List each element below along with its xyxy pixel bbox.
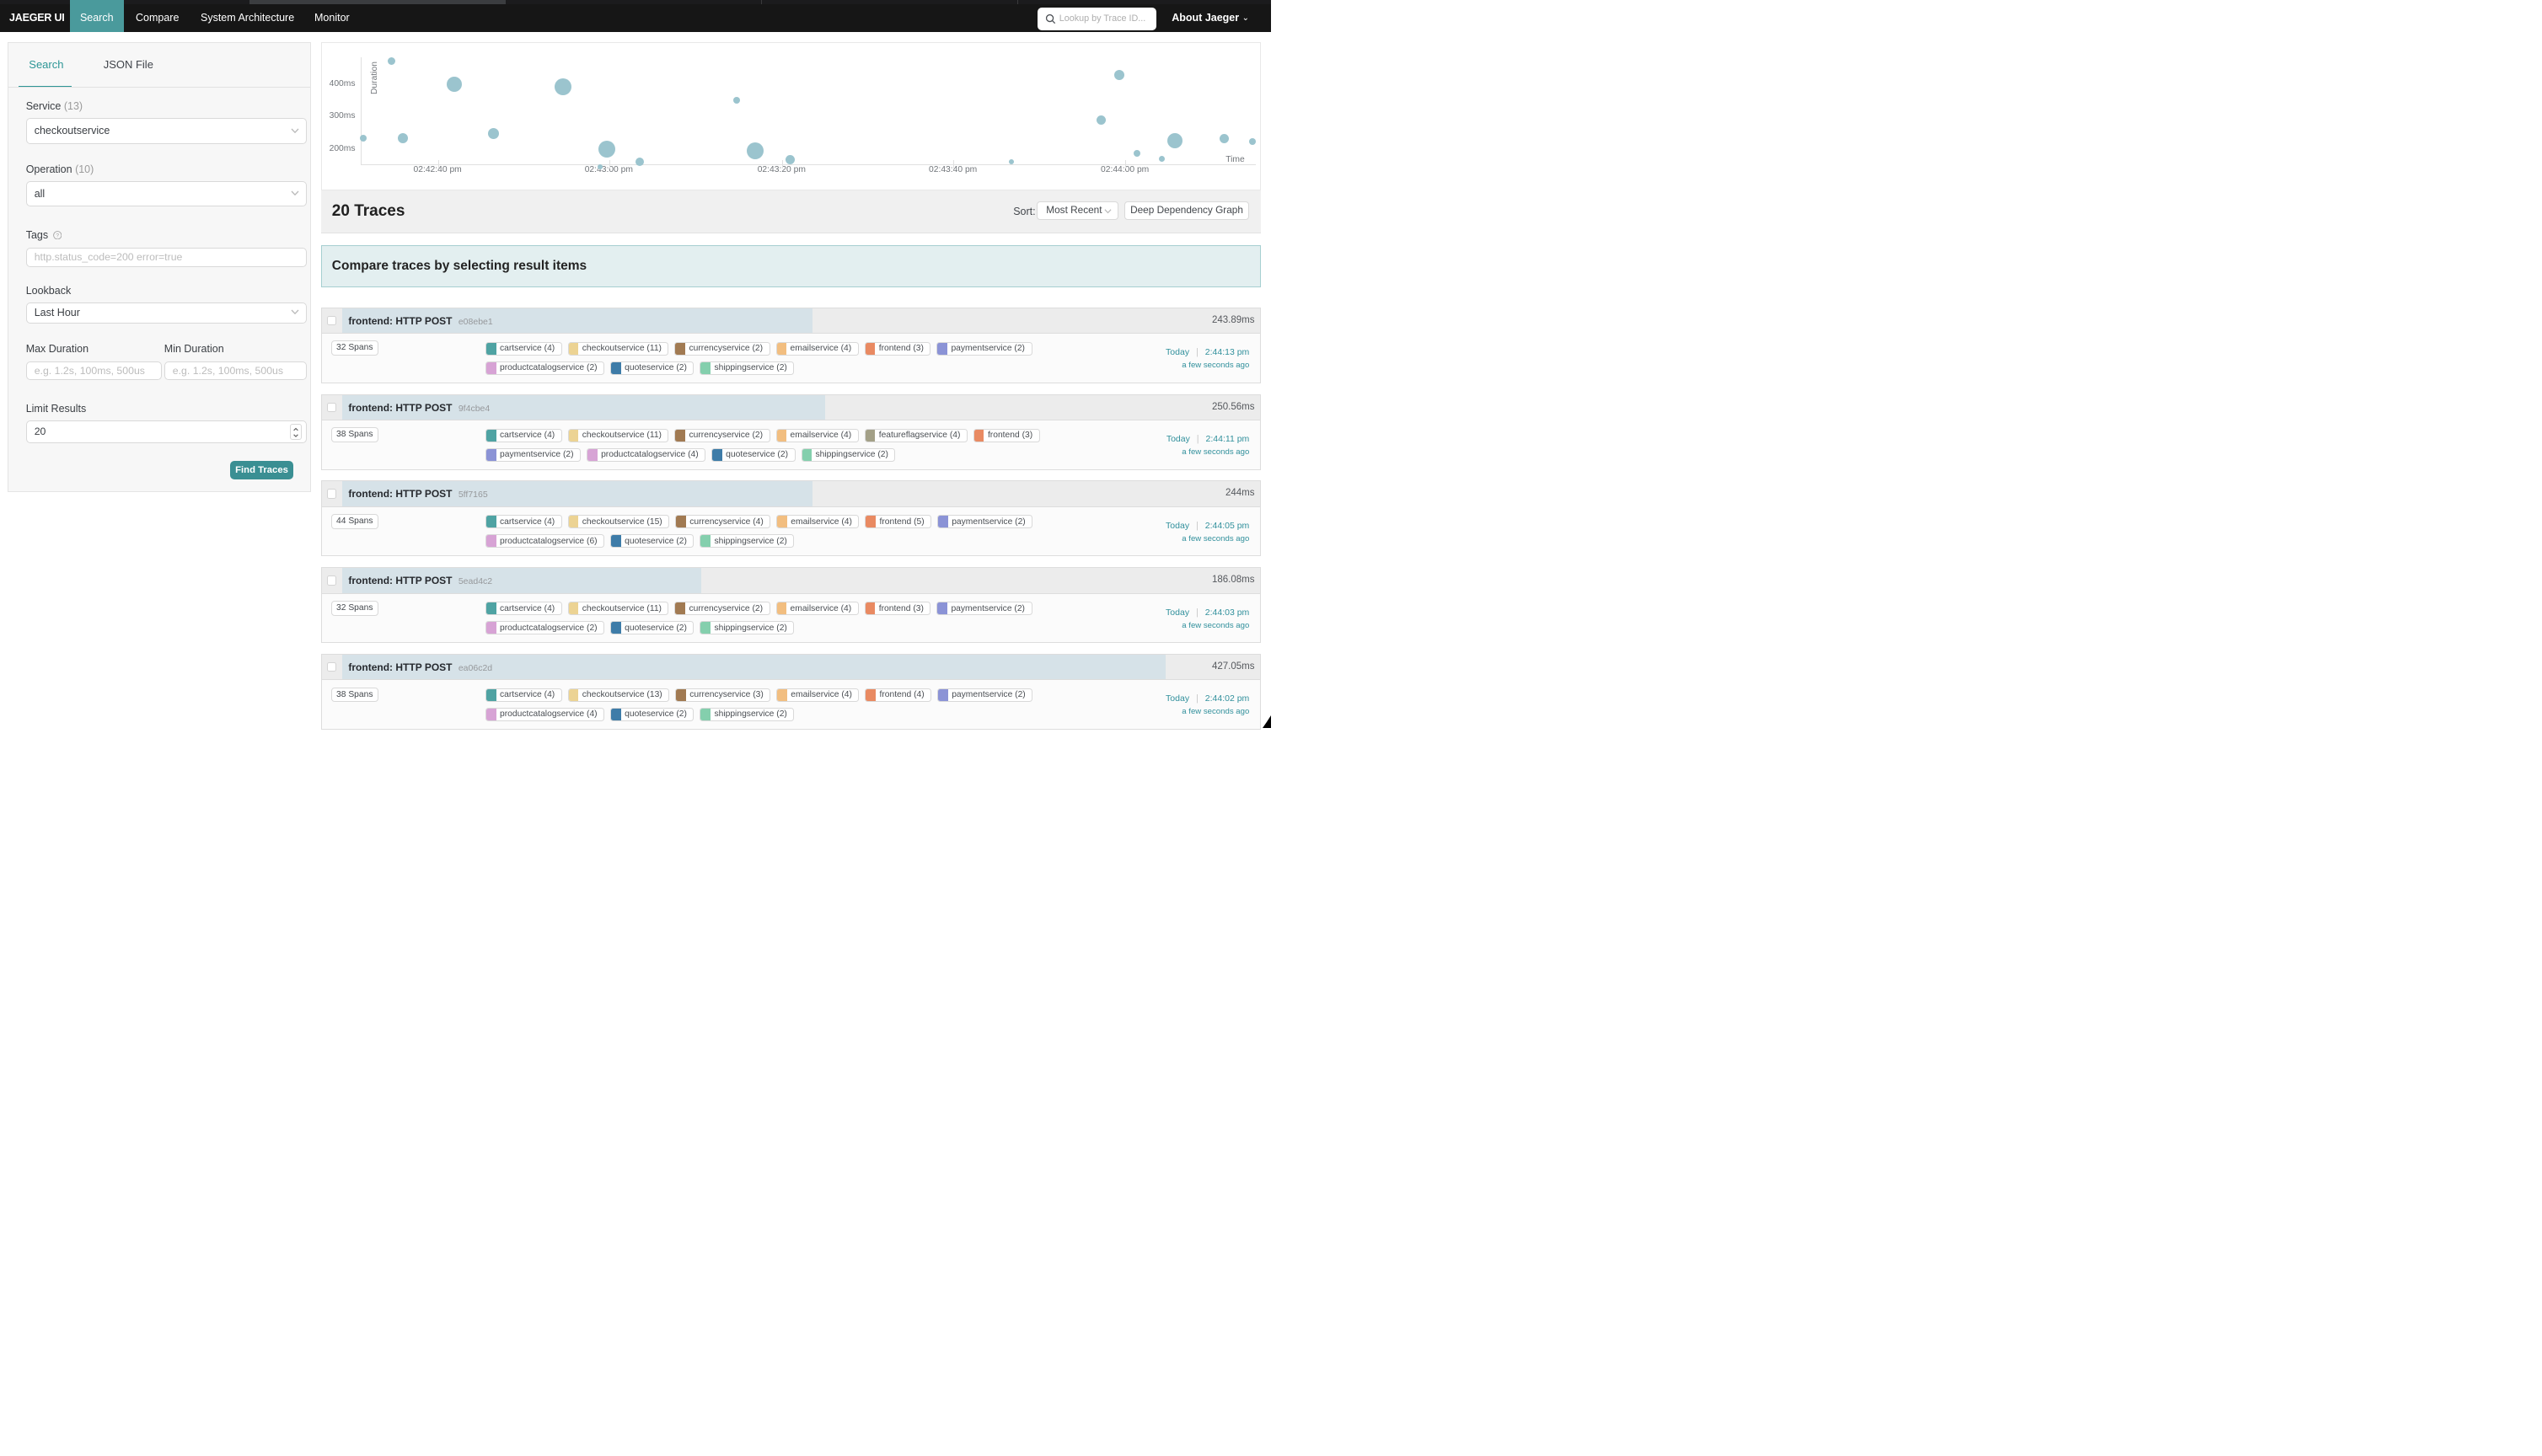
svg-text:?: ? [56,233,59,238]
